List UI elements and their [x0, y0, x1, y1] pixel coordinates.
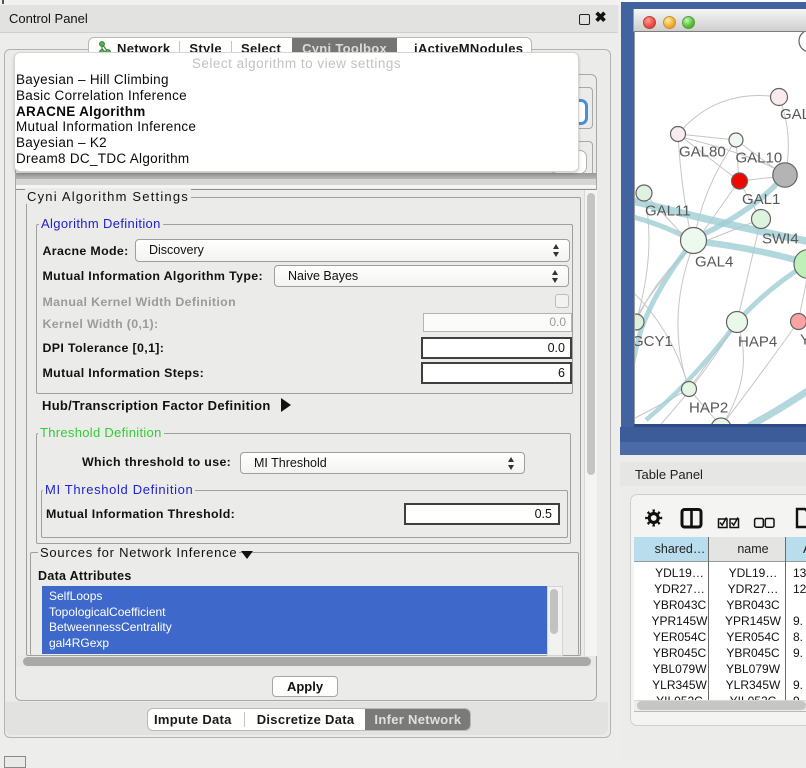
svg-text:GAL7: GAL7: [780, 106, 806, 123]
svg-text:GAL11: GAL11: [645, 203, 691, 220]
svg-text:SWI4: SWI4: [762, 231, 799, 248]
svg-text:GAL10: GAL10: [736, 150, 783, 167]
svg-text:YJ: YJ: [800, 332, 806, 349]
svg-text:GCY1: GCY1: [635, 333, 673, 350]
svg-text:GAL1: GAL1: [742, 191, 780, 208]
svg-text:HAP2: HAP2: [689, 400, 728, 417]
svg-text:HAP4: HAP4: [738, 334, 777, 351]
svg-text:GAL4: GAL4: [695, 254, 733, 271]
svg-text:GAL80: GAL80: [679, 144, 726, 161]
